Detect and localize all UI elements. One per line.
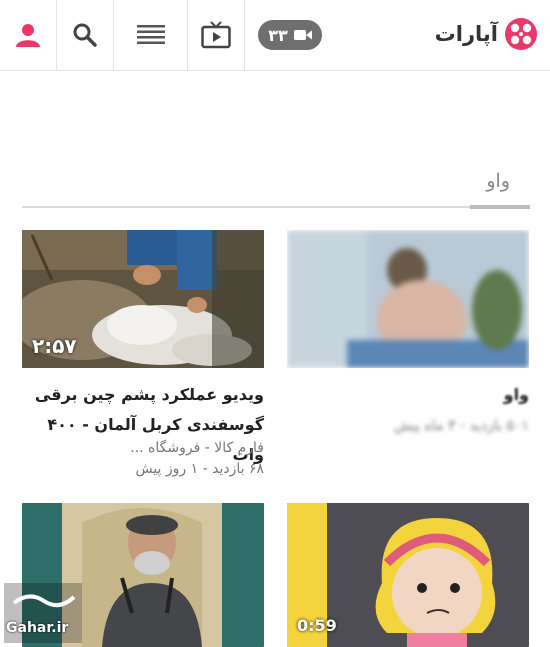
- user-button[interactable]: [0, 0, 56, 70]
- top-bar: ۳۳ آپارات: [0, 0, 550, 71]
- search-icon: [73, 23, 97, 47]
- video-stats: ۶۸ بازدید - ۱ روز پیش: [135, 461, 264, 477]
- notification-count: ۳۳: [268, 25, 288, 45]
- section-title[interactable]: واو: [486, 170, 510, 192]
- section-underline: [470, 205, 530, 209]
- tv-button[interactable]: [188, 0, 244, 70]
- camera-icon: [293, 30, 312, 40]
- video-thumbnail[interactable]: [287, 230, 529, 368]
- video-title[interactable]: ویدیو عملکرد پشم چین برقی گوسفندی کربل آ…: [22, 380, 264, 470]
- video-duration: 0:59: [297, 616, 337, 635]
- watermark-text: Gahar.ir: [6, 620, 69, 636]
- video-title[interactable]: واو: [287, 380, 529, 410]
- tv-icon: [201, 21, 231, 49]
- menu-icon: [136, 25, 165, 44]
- video-channel[interactable]: فارم کالا - فروشگاه ...: [22, 440, 264, 456]
- video-thumbnail[interactable]: ۲:۵۷: [22, 230, 264, 368]
- logo-text: آپارات: [434, 22, 498, 46]
- notifications-button[interactable]: ۳۳: [252, 0, 328, 70]
- video-thumbnail[interactable]: 0:59: [287, 503, 529, 647]
- video-duration: ۲:۵۷: [32, 334, 77, 358]
- aparat-logo-icon: [505, 18, 537, 50]
- video-stats: ۵۰۱ بازدید - ۳ ماه پیش: [394, 418, 529, 434]
- search-button[interactable]: [57, 0, 113, 70]
- menu-button[interactable]: [114, 0, 187, 70]
- blurred-thumbnail-image: [287, 230, 529, 368]
- section-divider: [22, 206, 530, 208]
- user-icon: [16, 24, 40, 47]
- divider: [244, 0, 245, 70]
- app-logo[interactable]: آپارات: [435, 14, 538, 54]
